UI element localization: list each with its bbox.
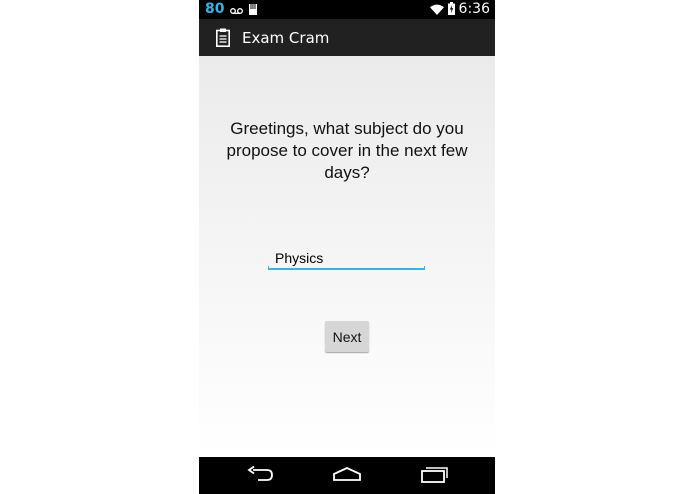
screen: 80 6:36 Exam Cram Greetings, what subjec… (0, 0, 695, 494)
back-icon (247, 465, 275, 486)
clock: 6:36 (458, 1, 490, 17)
subject-input[interactable] (268, 246, 425, 270)
subject-input-underline (268, 266, 425, 270)
phone-screen: 80 6:36 Exam Cram Greetings, what subjec… (199, 0, 495, 494)
recent-apps-button[interactable] (404, 457, 464, 494)
wifi-icon (429, 0, 444, 19)
recent-apps-icon (420, 465, 448, 487)
subject-prompt: Greetings, what subject do you propose t… (226, 119, 468, 182)
status-left: 80 (205, 0, 258, 19)
home-icon (332, 466, 362, 485)
battery-charging-icon (447, 0, 455, 19)
status-bar: 80 6:36 (199, 0, 495, 19)
battery-percent: 80 (205, 1, 225, 17)
home-button[interactable] (317, 457, 377, 494)
main-content: Greetings, what subject do you propose t… (199, 56, 495, 457)
action-bar: Exam Cram (199, 19, 495, 56)
sd-card-icon (249, 0, 258, 19)
voicemail-icon (230, 0, 244, 19)
status-right: 6:36 (429, 0, 490, 19)
back-button[interactable] (231, 457, 291, 494)
clipboard-icon (213, 26, 233, 50)
next-button[interactable]: Next (325, 321, 369, 352)
navigation-bar (199, 457, 495, 494)
app-title: Exam Cram (242, 28, 330, 47)
